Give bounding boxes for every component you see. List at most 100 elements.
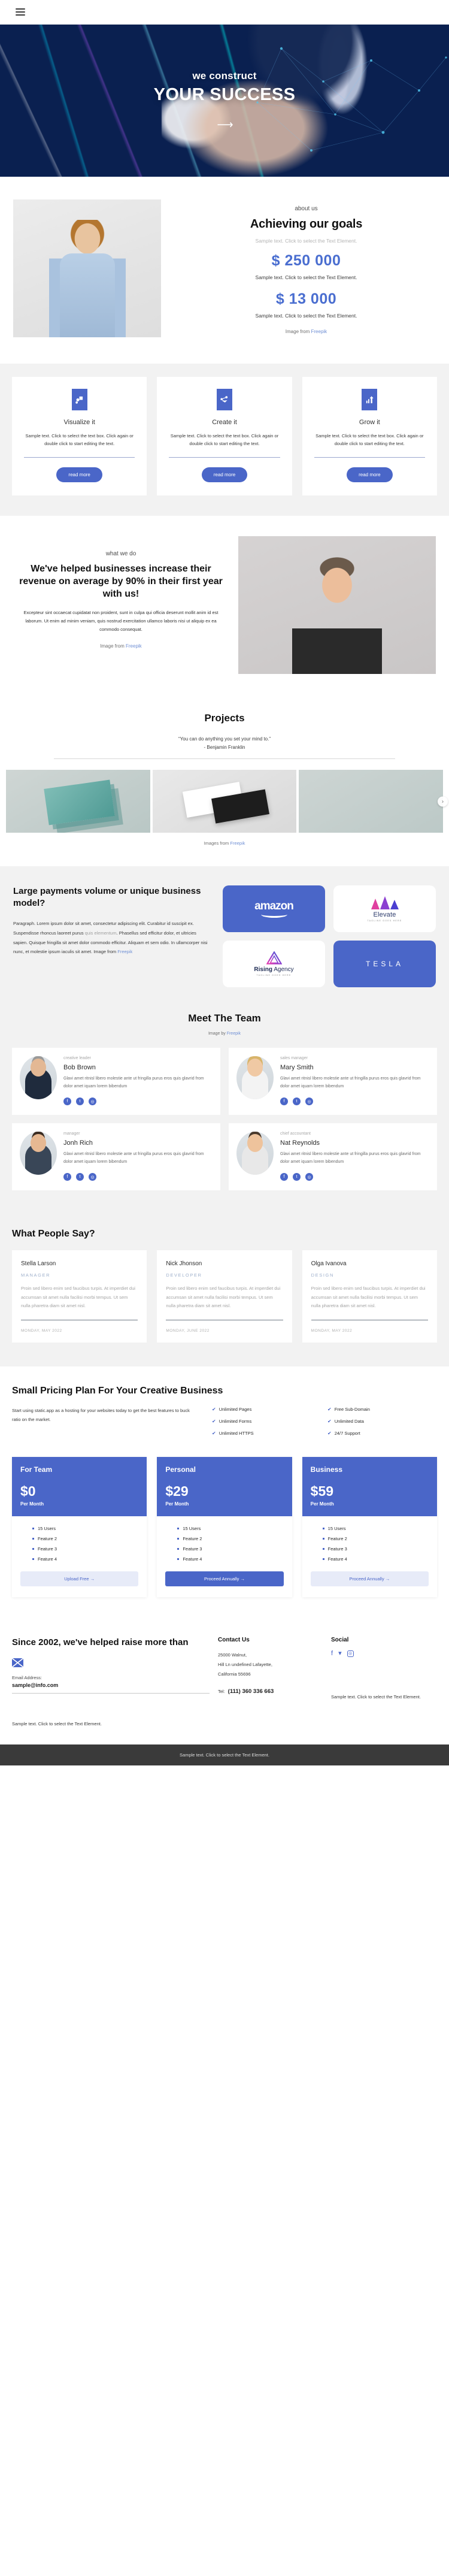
- team-member-role: sales manager: [280, 1056, 308, 1061]
- pricing-feature-label: Unlimited Pages: [219, 1407, 252, 1413]
- instagram-icon[interactable]: ◎: [89, 1097, 96, 1106]
- pricing-plan-body: 15 Users Feature 2 Feature 3 Feature 4 P…: [302, 1516, 437, 1597]
- twitter-icon[interactable]: t: [293, 1173, 301, 1181]
- avatar: [20, 1056, 57, 1100]
- team-member-socials: f t ◎: [63, 1097, 213, 1106]
- hero-section: we construct YOUR SUCCESS ⟶: [0, 25, 449, 177]
- about-credit-prefix: Image from: [285, 329, 310, 334]
- instagram-icon[interactable]: ◎: [305, 1097, 313, 1106]
- testimonial-date: MONDAY, MAY 2022: [311, 1329, 353, 1334]
- footer-section: Since 2002, we've helped raise more than…: [0, 1619, 449, 1744]
- carousel-next-icon[interactable]: ›: [438, 796, 448, 807]
- project-slide[interactable]: [152, 770, 297, 833]
- bullet-icon: [32, 1548, 34, 1550]
- feature-read-more-button[interactable]: read more: [347, 467, 393, 483]
- brands-credit-link[interactable]: Freepik: [117, 949, 132, 954]
- plan-feature-label: Feature 3: [183, 1546, 202, 1552]
- check-icon: ✔: [327, 1431, 332, 1437]
- what-we-do-eyebrow: what we do: [105, 551, 136, 558]
- testimonials-grid: Stella Larson MANAGER Proin sed libero e…: [12, 1250, 437, 1343]
- instagram-icon[interactable]: ◎: [347, 1650, 354, 1658]
- avatar: [236, 1056, 274, 1100]
- team-member-socials: f t ◎: [280, 1173, 429, 1181]
- plan-feature-label: 15 Users: [327, 1526, 346, 1532]
- bullet-icon: [177, 1548, 180, 1550]
- plan-feature: 15 Users: [165, 1526, 283, 1531]
- elevate-mark-icon: [371, 896, 399, 909]
- twitter-icon[interactable]: t: [76, 1173, 84, 1181]
- pricing-feature: ✔ Unlimited HTTPS: [212, 1431, 321, 1436]
- about-stat-secondary-caption: Sample text. Click to select the Text El…: [255, 313, 357, 319]
- hero-subtitle: we construct: [192, 69, 257, 81]
- team-member-bio: Glavi amet ritnisl libero molestie ante …: [280, 1077, 421, 1089]
- about-credit-link[interactable]: Freepik: [311, 329, 327, 334]
- brands-heading: Large payments volume or unique business…: [13, 886, 201, 909]
- elevate-wordmark: Elevate: [373, 911, 396, 918]
- pricing-feature: ✔ Unlimited Forms: [212, 1419, 321, 1424]
- team-member-bio: Glavi amet ritnisl libero molestie ante …: [63, 1077, 204, 1089]
- brand-logo-amazon: amazon: [223, 885, 325, 933]
- project-slide[interactable]: [299, 770, 444, 833]
- testimonial-role: MANAGER: [21, 1272, 51, 1278]
- feature-title: Create it: [212, 419, 237, 426]
- check-icon: ✔: [212, 1431, 216, 1437]
- plan-feature-label: 15 Users: [183, 1526, 201, 1532]
- feature-card: Grow it Sample text. Click to select the…: [302, 377, 437, 496]
- team-member-bio: Glavi amet ritnisl libero molestie ante …: [63, 1152, 204, 1165]
- pricing-plan-body: 15 Users Feature 2 Feature 3 Feature 4 U…: [12, 1516, 147, 1597]
- testimonials-heading: What People Say?: [12, 1229, 95, 1239]
- menu-toggle-icon[interactable]: [16, 8, 25, 16]
- pricing-plan-header: Personal $29 Per Month: [157, 1457, 292, 1517]
- pricing-plan-button[interactable]: Upload Free →: [20, 1571, 139, 1587]
- twitter-icon[interactable]: ▾: [338, 1650, 342, 1657]
- team-credit-link[interactable]: Freepik: [227, 1032, 241, 1036]
- hero-arrow-icon[interactable]: ⟶: [154, 118, 296, 132]
- projects-credit-link[interactable]: Freepik: [230, 840, 245, 846]
- about-stat-secondary: $ 13 000: [275, 291, 337, 307]
- team-heading: Meet The Team: [188, 1012, 261, 1024]
- what-we-do-paragraph: Excepteur sint occaecat cupidatat non pr…: [23, 609, 219, 633]
- project-slide[interactable]: [6, 770, 150, 833]
- facebook-icon[interactable]: f: [280, 1173, 288, 1181]
- feature-text: Sample text. Click to select the text bo…: [170, 433, 279, 447]
- rising-tagline: TAGLINE GOES HERE: [256, 974, 292, 977]
- brands-paragraph: Paragraph. Lorem ipsum dolor sit amet, c…: [13, 919, 211, 957]
- elevate-tagline: TAGLINE GOES HERE: [367, 919, 402, 922]
- facebook-icon[interactable]: f: [331, 1650, 333, 1657]
- pricing-plan-button[interactable]: Proceed Annually →: [165, 1571, 284, 1587]
- projects-quote: “You can do anything you set your mind t…: [0, 735, 449, 751]
- footer-email-value[interactable]: sample@info.com: [12, 1682, 210, 1688]
- pricing-plan-button[interactable]: Proceed Annually →: [310, 1571, 429, 1587]
- envelope-icon: [12, 1658, 23, 1667]
- footer-social-column: Social f ▾ ◎ Sample text. Click to selec…: [331, 1637, 437, 1727]
- team-image-credit: Image by Freepik: [12, 1032, 437, 1036]
- avatar: [236, 1132, 274, 1175]
- pricing-plan-period: Per Month: [165, 1501, 189, 1507]
- instagram-icon[interactable]: ◎: [305, 1173, 313, 1181]
- feature-read-more-button[interactable]: read more: [56, 467, 102, 483]
- bullet-icon: [322, 1558, 324, 1561]
- shapes-icon: [71, 389, 87, 410]
- about-person-figure: [48, 220, 126, 337]
- team-member-name: Nat Reynolds: [280, 1139, 320, 1147]
- plan-feature: Feature 3: [20, 1546, 138, 1552]
- instagram-icon[interactable]: ◎: [89, 1173, 96, 1181]
- team-credit-prefix: Image by: [208, 1032, 226, 1036]
- what-we-do-image-credit: Image from Freepik: [13, 643, 229, 649]
- facebook-icon[interactable]: f: [280, 1097, 288, 1106]
- footer-address: 25000 Walnut, Hill Ln undefined Lafayett…: [218, 1652, 272, 1677]
- testimonial-text: Proin sed libero enim sed faucibus turpi…: [311, 1286, 426, 1309]
- feature-text: Sample text. Click to select the text bo…: [25, 433, 134, 447]
- what-we-do-credit-link[interactable]: Freepik: [126, 643, 142, 649]
- twitter-icon[interactable]: t: [293, 1097, 301, 1106]
- feature-read-more-button[interactable]: read more: [201, 467, 248, 483]
- pricing-plan-name: Personal: [165, 1465, 196, 1474]
- team-member-card: creative leader Bob Brown Glavi amet rit…: [12, 1048, 220, 1115]
- twitter-icon[interactable]: t: [76, 1097, 84, 1106]
- projects-section: Projects “You can do anything you set yo…: [0, 698, 449, 867]
- facebook-icon[interactable]: f: [63, 1173, 71, 1181]
- plan-feature-label: Feature 4: [327, 1556, 347, 1562]
- feature-divider: [314, 457, 425, 458]
- plan-feature: Feature 2: [311, 1536, 429, 1541]
- facebook-icon[interactable]: f: [63, 1097, 71, 1106]
